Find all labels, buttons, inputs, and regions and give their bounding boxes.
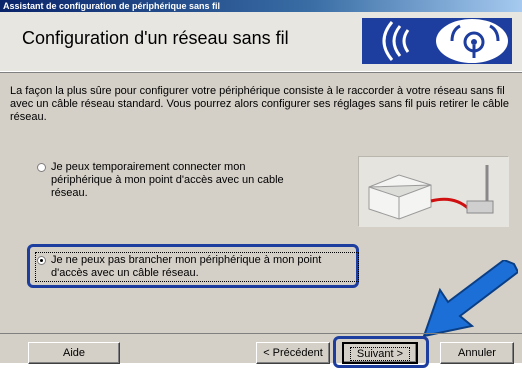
option-no-cable[interactable]: Je ne peux pas brancher mon périphérique…	[35, 252, 359, 282]
option-cable-available[interactable]: Je peux temporairement connecter mon pér…	[37, 161, 287, 200]
next-button-label: Suivant >	[349, 347, 411, 361]
option-cable-available-label: Je peux temporairement connecter mon pér…	[51, 161, 284, 199]
window-title-bar: Assistant de configuration de périphériq…	[0, 0, 522, 12]
footer-divider	[0, 333, 522, 334]
next-button[interactable]: Suivant >	[342, 342, 418, 364]
header-divider	[0, 72, 522, 73]
printer-cable-access-point-icon	[358, 156, 509, 227]
page-title: Configuration d'un réseau sans fil	[22, 28, 289, 48]
wizard-dialog: Configuration d'un réseau sans fil La fa…	[0, 12, 522, 368]
option-no-cable-label: Je ne peux pas brancher mon périphérique…	[35, 252, 359, 282]
wizard-header: Configuration d'un réseau sans fil	[0, 12, 522, 72]
wireless-signal-icon	[362, 18, 512, 64]
cancel-button[interactable]: Annuler	[440, 342, 514, 364]
intro-text: La façon la plus sûre pour configurer vo…	[10, 85, 509, 123]
pointer-arrow-icon	[422, 260, 518, 338]
radio-cable-available[interactable]	[37, 163, 46, 172]
help-button[interactable]: Aide	[28, 342, 120, 364]
radio-no-cable[interactable]	[37, 256, 46, 265]
back-button[interactable]: < Précédent	[256, 342, 330, 364]
